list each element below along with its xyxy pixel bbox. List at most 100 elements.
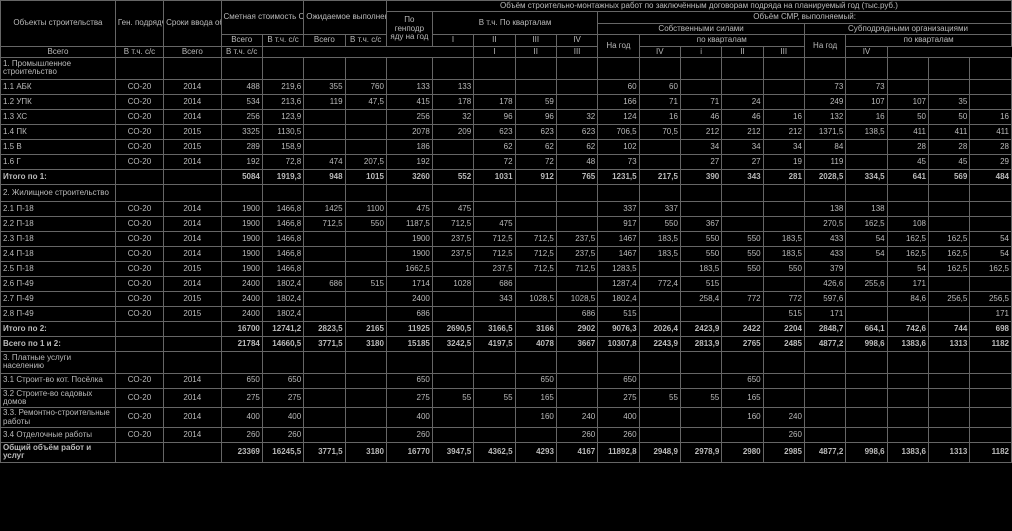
cell (680, 79, 721, 94)
cell: 2014 (164, 373, 221, 388)
cell: 96 (474, 109, 515, 124)
cell: 367 (680, 216, 721, 231)
cell: 3242,5 (432, 336, 473, 351)
cell (345, 428, 386, 443)
total-2: Итого по 2:1670012741,22823,521651192526… (1, 321, 1012, 336)
cell: 133 (432, 79, 473, 94)
cell: 1919,3 (262, 169, 303, 184)
cell: 212 (722, 124, 763, 139)
cell: 1187,5 (386, 216, 432, 231)
cell: 1182 (970, 443, 1012, 463)
cell: СО-20 (115, 246, 163, 261)
cell: 5084 (221, 169, 262, 184)
cell: 55 (432, 388, 473, 408)
cell: 1313 (928, 443, 969, 463)
cell: 912 (515, 169, 556, 184)
cell (164, 321, 221, 336)
cell: 1.4 ПК (1, 124, 116, 139)
cell: 73 (846, 79, 887, 94)
cell (970, 408, 1012, 428)
cell: СО-20 (115, 109, 163, 124)
cell: 256,5 (970, 291, 1012, 306)
cell: 550 (680, 231, 721, 246)
col-gen: Ген. подрядчик (115, 1, 163, 47)
cell (221, 184, 262, 201)
cell (804, 57, 845, 79)
cell (304, 139, 345, 154)
cell: 275 (262, 388, 303, 408)
cell (680, 184, 721, 201)
cell (556, 388, 597, 408)
cell: 550 (722, 231, 763, 246)
cell: 237,5 (556, 231, 597, 246)
cell: 27 (680, 154, 721, 169)
cell (970, 276, 1012, 291)
table-row: 2.4 П-18СО-20201419001466,81900237,5712,… (1, 246, 1012, 261)
cell: 534 (221, 94, 262, 109)
cell: 237,5 (432, 231, 473, 246)
cell: СО-20 (115, 261, 163, 276)
cell: 686 (304, 276, 345, 291)
cell (556, 184, 597, 201)
cell (164, 184, 221, 201)
cell: 712,5 (432, 216, 473, 231)
cell (970, 351, 1012, 373)
cell: 334,5 (846, 169, 887, 184)
cell (804, 184, 845, 201)
cell: 10307,8 (598, 336, 639, 351)
cell: 16 (639, 109, 680, 124)
cell (115, 336, 163, 351)
cell: 16245,5 (262, 443, 303, 463)
cell: 1.1 АБК (1, 79, 116, 94)
cell (432, 408, 473, 428)
cell: 623 (474, 124, 515, 139)
cell: 55 (639, 388, 680, 408)
cell: 2014 (164, 246, 221, 261)
cell (804, 428, 845, 443)
cell: 2.8 П-49 (1, 306, 116, 321)
cell (556, 373, 597, 388)
cell (763, 351, 804, 373)
cell: 1182 (970, 336, 1012, 351)
cell (304, 246, 345, 261)
cell (515, 201, 556, 216)
cell (262, 351, 303, 373)
cell (432, 291, 473, 306)
cell (970, 201, 1012, 216)
cell: 162,5 (887, 246, 928, 261)
cell (556, 351, 597, 373)
cell: 2400 (221, 291, 262, 306)
col-ozhid: Ожидаемое выполнение СМР на начало плано… (304, 1, 387, 35)
cell: 70,5 (639, 124, 680, 139)
cell (432, 139, 473, 154)
cell: 256 (221, 109, 262, 124)
cell (763, 79, 804, 94)
cell: 4293 (515, 443, 556, 463)
cell (345, 246, 386, 261)
cell: 54 (970, 231, 1012, 246)
cell: 260 (763, 428, 804, 443)
cell: 1466,8 (262, 216, 303, 231)
cell (763, 94, 804, 109)
cell: 96 (515, 109, 556, 124)
cell (970, 57, 1012, 79)
cell (474, 184, 515, 201)
cell (515, 79, 556, 94)
cell: 650 (221, 373, 262, 388)
cell: 256,5 (928, 291, 969, 306)
total-12: Всего по 1 и 2:2178414660,53771,53180151… (1, 336, 1012, 351)
cell: 474 (304, 154, 345, 169)
cell: 34 (680, 139, 721, 154)
cell: 15185 (386, 336, 432, 351)
cell: 28 (970, 139, 1012, 154)
cell: 11925 (386, 321, 432, 336)
cell: 2026,4 (639, 321, 680, 336)
cell: 2.6 П-49 (1, 276, 116, 291)
cell (304, 373, 345, 388)
cell: 45 (928, 154, 969, 169)
cell: 60 (598, 79, 639, 94)
cell: СО-20 (115, 94, 163, 109)
cell: 484 (970, 169, 1012, 184)
cell: СО-20 (115, 291, 163, 306)
cell: 2948,9 (639, 443, 680, 463)
